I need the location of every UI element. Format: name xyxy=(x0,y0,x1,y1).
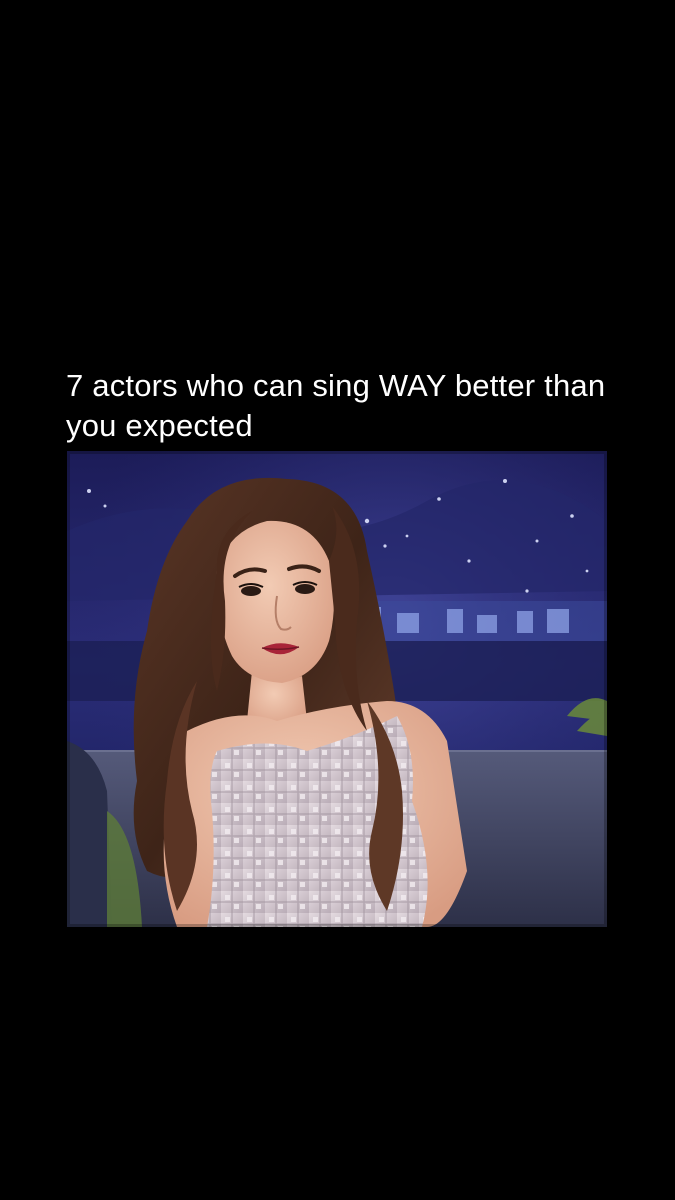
video-still xyxy=(67,451,607,927)
video-frame[interactable] xyxy=(67,451,607,927)
caption-text: 7 actors who can sing WAY better than yo… xyxy=(66,368,606,443)
